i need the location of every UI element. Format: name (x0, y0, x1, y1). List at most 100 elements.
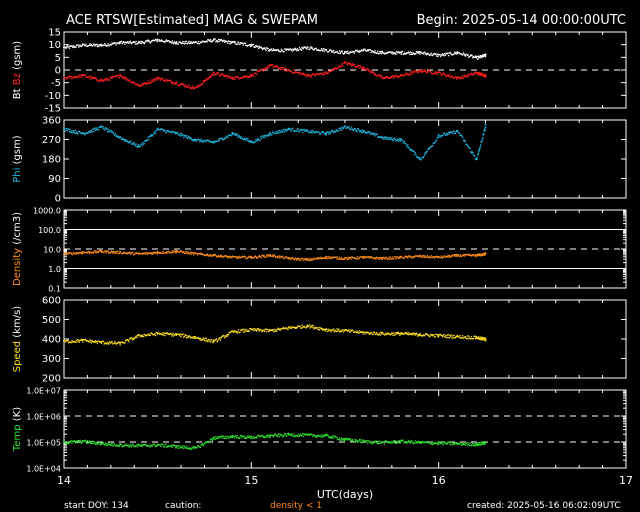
data-dot-temp (372, 442, 374, 445)
data-dot-phi (481, 138, 484, 140)
data-dot-phi (71, 129, 73, 132)
data-dot-temp (293, 433, 295, 435)
data-dot-temp (118, 445, 121, 448)
data-dot-speed (380, 331, 382, 333)
panel-frame-phi (63, 119, 627, 199)
data-dot-temp (243, 435, 245, 438)
data-dot-bt (249, 44, 251, 46)
data-dot-bt (96, 44, 98, 46)
data-dot-speed (106, 343, 108, 345)
data-dot-bz (140, 85, 142, 87)
data-dot-bt (401, 50, 404, 53)
data-dot-phi (104, 129, 106, 131)
data-dot-bz (98, 80, 101, 82)
data-dot-temp (471, 444, 473, 446)
data-dot-temp (262, 436, 265, 438)
data-dot-temp (222, 435, 224, 437)
data-dot-bz (311, 74, 313, 76)
data-dot-speed (443, 334, 445, 336)
data-dot-speed (213, 339, 215, 341)
data-dot-speed (407, 331, 409, 334)
data-dot-phi (373, 132, 376, 135)
data-dot-density (344, 257, 346, 259)
data-dot-bz (207, 78, 210, 80)
data-dot-phi (237, 134, 240, 136)
data-dot-temp (399, 441, 402, 443)
data-dot-bz (463, 75, 465, 77)
data-dot-bz (282, 66, 285, 69)
data-dot-speed (175, 334, 178, 337)
data-dot-speed (400, 333, 402, 335)
data-dot-phi (391, 136, 393, 139)
data-dot-density (400, 256, 402, 258)
data-dot-phi (164, 129, 166, 131)
data-dot-phi (298, 130, 301, 133)
data-dot-speed (269, 329, 271, 331)
data-dot-bz (215, 73, 218, 75)
data-dot-bt (450, 52, 452, 54)
y-tick-label-phi: 90 (48, 174, 61, 185)
data-dot-density (129, 252, 131, 254)
data-dot-speed (330, 331, 332, 333)
data-dot-bz (359, 67, 361, 69)
data-dot-temp (281, 434, 283, 436)
data-dot-bz (357, 64, 359, 66)
data-dot-temp (78, 439, 80, 442)
data-dot-temp (452, 444, 454, 446)
data-dot-bt (463, 53, 465, 55)
data-dot-bt (364, 48, 366, 50)
data-dot-density (138, 253, 140, 255)
data-dot-bz (346, 62, 348, 65)
data-dot-speed (205, 340, 207, 342)
data-dot-bt (483, 55, 485, 57)
data-dot-bz (264, 68, 266, 71)
data-dot-temp (112, 445, 115, 447)
data-dot-temp (320, 434, 323, 436)
data-dot-speed (355, 331, 358, 334)
data-dot-temp (407, 441, 409, 443)
data-dot-temp (127, 444, 129, 447)
data-dot-density (458, 256, 461, 258)
data-dot-temp (361, 441, 364, 443)
data-dot-density (265, 256, 267, 258)
data-dot-bz (337, 66, 339, 69)
data-dot-phi (106, 130, 109, 133)
data-dot-bt (453, 53, 455, 55)
data-dot-bt (442, 53, 444, 56)
data-dot-bt (379, 51, 381, 53)
data-dot-bz (283, 68, 285, 70)
data-dot-bz (267, 65, 269, 67)
data-dot-bt (127, 41, 129, 43)
data-dot-phi (72, 132, 74, 134)
data-dot-phi (361, 129, 364, 131)
data-dot-temp (238, 437, 240, 439)
data-dot-phi (467, 145, 469, 147)
data-dot-phi (426, 151, 428, 153)
data-dot-speed (70, 341, 72, 344)
data-dot-bt (435, 53, 437, 55)
data-dot-temp (279, 433, 281, 435)
data-dot-bz (482, 73, 484, 75)
data-dot-bt (260, 46, 262, 49)
data-dot-temp (267, 434, 269, 436)
data-dot-speed (485, 340, 487, 342)
data-dot-density (340, 258, 342, 261)
data-dot-bz (435, 71, 438, 73)
data-dot-bt (139, 42, 141, 44)
data-dot-bz (245, 75, 248, 77)
data-dot-bz (299, 74, 301, 76)
data-dot-bz (90, 78, 93, 80)
data-dot-bz (347, 64, 349, 66)
data-dot-speed (239, 331, 241, 333)
data-dot-temp (86, 442, 88, 444)
data-dot-phi (100, 126, 102, 129)
data-dot-bt (395, 50, 398, 53)
data-dot-speed (348, 329, 350, 331)
data-dot-speed (335, 330, 337, 333)
data-dot-bz (81, 76, 83, 78)
data-dot-temp (231, 436, 234, 438)
data-dot-bz (105, 77, 107, 79)
data-dot-speed (358, 332, 360, 334)
data-dot-temp (485, 442, 487, 444)
data-dot-phi (102, 125, 104, 128)
